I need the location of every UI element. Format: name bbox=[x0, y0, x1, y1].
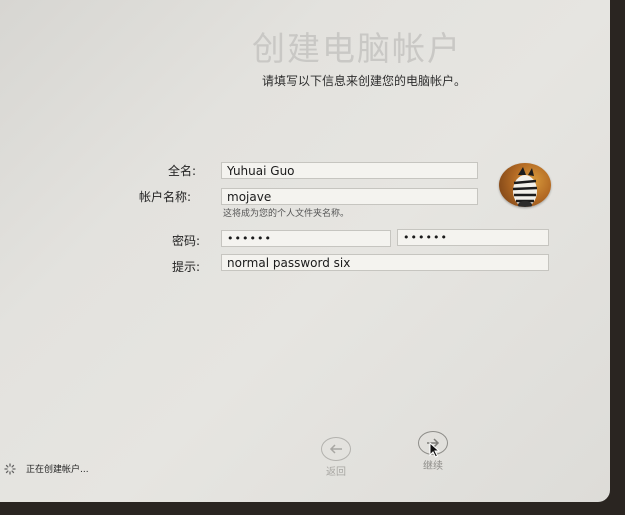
status-text: 正在创建帐户... bbox=[26, 465, 89, 475]
mouse-cursor-icon bbox=[429, 442, 441, 458]
account-name-label: 帐户名称: bbox=[139, 190, 192, 204]
zebra-avatar-icon[interactable] bbox=[499, 163, 551, 207]
full-name-label: 全名: bbox=[168, 164, 197, 178]
back-arrow-icon bbox=[321, 437, 351, 461]
page-title: 创建电脑帐户 bbox=[252, 29, 462, 68]
back-button[interactable]: 返回 bbox=[318, 437, 354, 478]
full-name-field[interactable] bbox=[221, 162, 478, 179]
spinner-icon bbox=[4, 462, 16, 475]
setup-screen: 创建电脑帐户 请填写以下信息来创建您的电脑帐户。 全名: 帐户名称: 这将成为您… bbox=[0, 0, 610, 502]
password-field[interactable]: •••••• bbox=[221, 230, 391, 247]
back-label: 返回 bbox=[326, 467, 346, 478]
status-area: 正在创建帐户... bbox=[4, 462, 89, 475]
account-name-field[interactable] bbox=[221, 188, 478, 205]
password-hint-label: 提示: bbox=[172, 260, 201, 274]
account-name-hint: 这将成为您的个人文件夹名称。 bbox=[223, 209, 350, 219]
continue-label: 继续 bbox=[423, 461, 443, 472]
page-subtitle: 请填写以下信息来创建您的电脑帐户。 bbox=[262, 74, 467, 88]
password-hint-field[interactable] bbox=[221, 254, 549, 271]
password-label: 密码: bbox=[172, 234, 201, 248]
verify-password-field[interactable]: •••••• bbox=[397, 229, 549, 246]
